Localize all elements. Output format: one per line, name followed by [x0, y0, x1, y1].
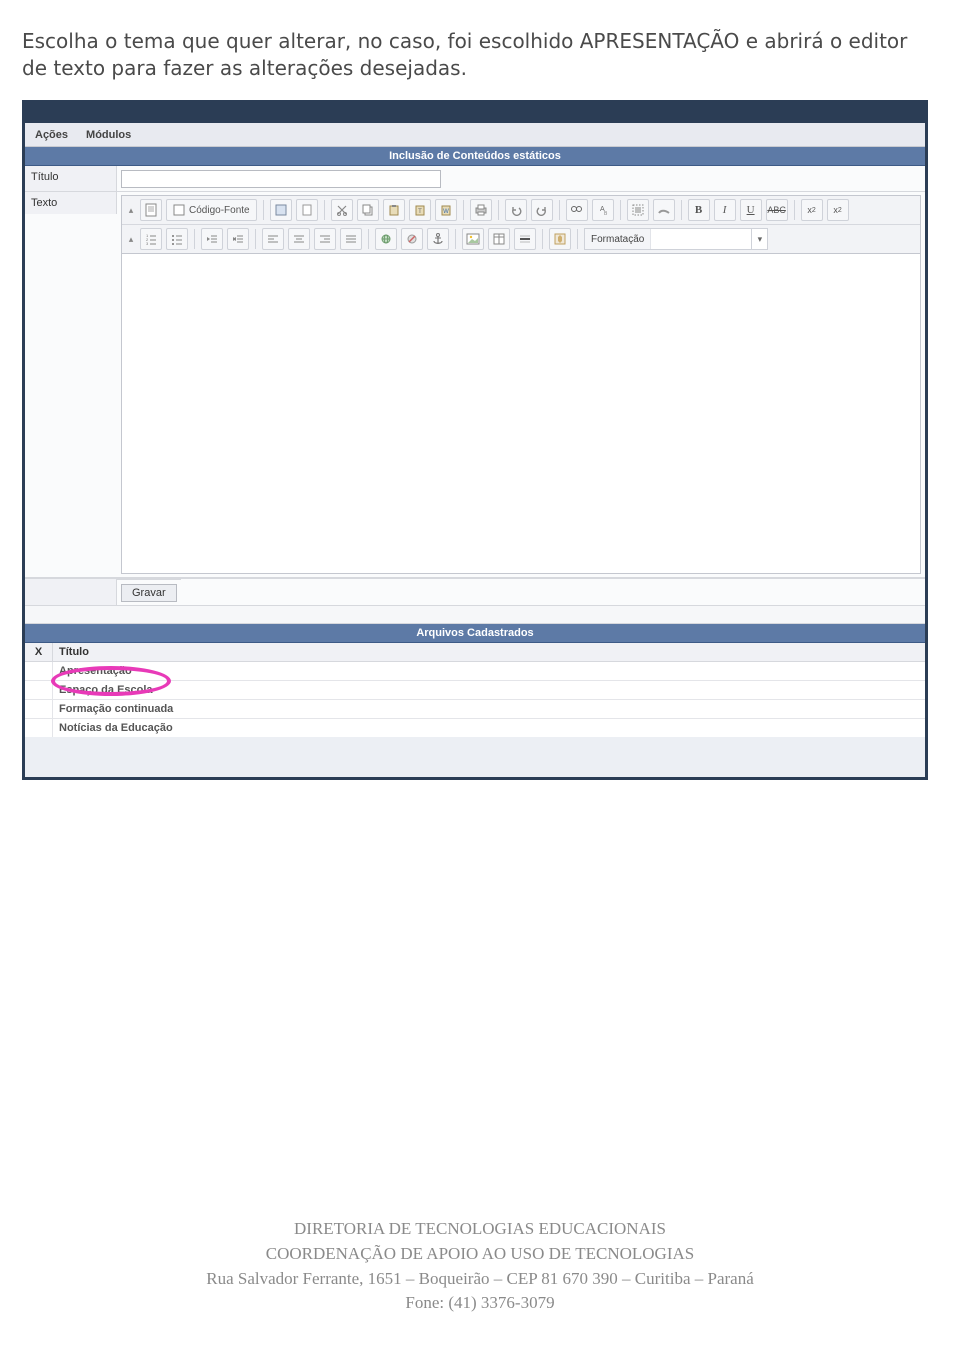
app-screenshot: Ações Módulos Inclusão de Conteúdos está… [22, 100, 928, 780]
print-icon[interactable] [470, 199, 492, 221]
find-icon[interactable] [566, 199, 588, 221]
col-delete-header: X [25, 643, 53, 661]
label-texto: Texto [25, 192, 117, 214]
svg-text:T: T [418, 209, 422, 215]
footer-line1: DIRETORIA DE TECNOLOGIAS EDUCACIONAIS [0, 1217, 960, 1242]
list-header: X Título [25, 643, 925, 662]
new-page-icon[interactable] [296, 199, 318, 221]
underline-icon[interactable]: U [740, 199, 762, 221]
table-icon[interactable] [488, 228, 510, 250]
bullet-list-icon[interactable] [166, 228, 188, 250]
superscript-icon[interactable]: x2 [827, 199, 849, 221]
toolbar-collapse-icon[interactable]: ▴ [126, 199, 136, 221]
replace-icon[interactable]: AB [592, 199, 614, 221]
list-item-title: Apresentação [53, 662, 925, 680]
bold-icon[interactable]: B [688, 199, 710, 221]
list-item[interactable]: Notícias da Educação [25, 719, 925, 737]
outdent-icon[interactable] [201, 228, 223, 250]
chevron-down-icon[interactable]: ▾ [751, 229, 767, 249]
anchor-icon[interactable] [427, 228, 449, 250]
page-footer: DIRETORIA DE TECNOLOGIAS EDUCACIONAIS CO… [0, 1217, 960, 1316]
svg-text:B: B [604, 211, 608, 216]
gravar-button[interactable]: Gravar [121, 584, 177, 602]
menu-modulos[interactable]: Módulos [86, 129, 131, 141]
row-titulo: Título [25, 166, 925, 192]
list-item[interactable]: Apresentação [25, 662, 925, 681]
save-icon[interactable] [270, 199, 292, 221]
align-justify-icon[interactable] [340, 228, 362, 250]
list-item-title: Formação continuada [53, 700, 925, 718]
panel-header-conteudos: Inclusão de Conteúdos estáticos [25, 147, 925, 166]
format-label: Formatação [585, 229, 651, 249]
window-titlebar [25, 103, 925, 123]
footer-line4: Fone: (41) 3376-3079 [0, 1291, 960, 1316]
panel-header-arquivos: Arquivos Cadastrados [25, 624, 925, 643]
editor-toolbar: ▴ Código-Fonte T W [121, 195, 921, 254]
toolbar-collapse2-icon[interactable]: ▴ [126, 228, 136, 250]
svg-text:A: A [600, 206, 605, 213]
list-item-title: Espaço da Escola [53, 681, 925, 699]
numbered-list-icon[interactable]: 123 [140, 228, 162, 250]
remove-format-icon[interactable] [653, 199, 675, 221]
unlink-icon[interactable] [401, 228, 423, 250]
input-titulo[interactable] [121, 170, 441, 188]
align-center-icon[interactable] [288, 228, 310, 250]
col-titulo-header: Título [53, 643, 925, 661]
editor-textarea[interactable] [121, 254, 921, 574]
footer-line3: Rua Salvador Ferrante, 1651 – Boqueirão … [0, 1267, 960, 1292]
paste-icon[interactable] [383, 199, 405, 221]
svg-text:3: 3 [146, 241, 149, 245]
menu-acoes[interactable]: Ações [35, 129, 68, 141]
format-value [651, 229, 751, 249]
label-titulo: Título [25, 166, 117, 191]
italic-icon[interactable]: I [714, 199, 736, 221]
footer-line2: COORDENAÇÃO DE APOIO AO USO DE TECNOLOGI… [0, 1242, 960, 1267]
document-icon[interactable] [140, 199, 162, 221]
align-right-icon[interactable] [314, 228, 336, 250]
indent-icon[interactable] [227, 228, 249, 250]
special-char-icon[interactable] [549, 228, 571, 250]
source-button[interactable]: Código-Fonte [166, 199, 257, 221]
format-select[interactable]: Formatação ▾ [584, 228, 768, 250]
source-label: Código-Fonte [189, 205, 250, 216]
cut-icon[interactable] [331, 199, 353, 221]
menu-bar: Ações Módulos [25, 123, 925, 147]
list-item-title: Notícias da Educação [53, 719, 925, 737]
subscript-icon[interactable]: x2 [801, 199, 823, 221]
paste-word-icon[interactable]: W [435, 199, 457, 221]
strike-icon[interactable]: ABC [766, 199, 788, 221]
undo-icon[interactable] [505, 199, 527, 221]
list-item[interactable]: Espaço da Escola [25, 681, 925, 700]
copy-icon[interactable] [357, 199, 379, 221]
svg-text:W: W [443, 209, 449, 215]
select-all-icon[interactable] [627, 199, 649, 221]
horizontal-rule-icon[interactable] [514, 228, 536, 250]
align-left-icon[interactable] [262, 228, 284, 250]
image-icon[interactable] [462, 228, 484, 250]
list-item[interactable]: Formação continuada [25, 700, 925, 719]
svg-text:2: 2 [146, 237, 149, 242]
link-icon[interactable] [375, 228, 397, 250]
paste-text-icon[interactable]: T [409, 199, 431, 221]
instruction-text: Escolha o tema que quer alterar, no caso… [22, 28, 938, 82]
svg-text:1: 1 [146, 233, 149, 238]
redo-icon[interactable] [531, 199, 553, 221]
